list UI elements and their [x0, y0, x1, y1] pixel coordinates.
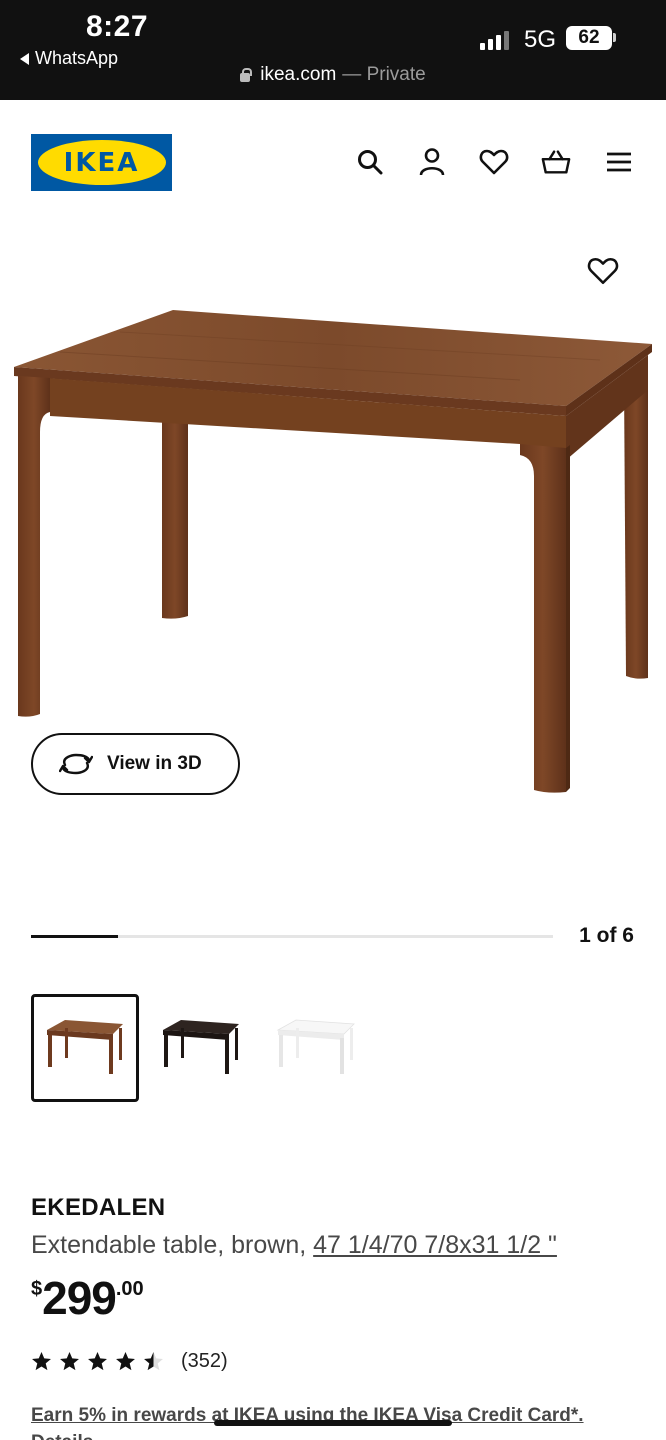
price-main: 299 — [42, 1272, 117, 1324]
status-bar: 8:27 WhatsApp 5G 62 ikea.com — Private — [0, 0, 666, 100]
rewards-details-link[interactable]: Details — [31, 1432, 93, 1440]
home-indicator — [214, 1420, 452, 1426]
rating-stars — [31, 1351, 164, 1372]
status-time: 8:27 — [86, 10, 149, 43]
product-dimensions-link[interactable]: 47 1/4/70 7/8x31 1/2 " — [313, 1231, 557, 1259]
save-to-favourites-icon[interactable] — [587, 256, 619, 288]
lock-icon — [240, 67, 253, 82]
heart-icon[interactable] — [479, 146, 509, 178]
rating-count: (352) — [181, 1350, 228, 1372]
gallery-progress-fill — [31, 935, 119, 938]
url-text: ikea.com — [260, 64, 337, 85]
logo-text: IKEA — [63, 147, 140, 178]
battery-tip — [613, 33, 616, 42]
battery-icon: 62 — [566, 26, 612, 50]
view-in-3d-button[interactable]: View in 3D — [31, 733, 240, 795]
logo-oval: IKEA — [37, 140, 166, 185]
gallery-counter: 1 of 6 — [579, 924, 634, 947]
price-currency: $ — [31, 1278, 43, 1300]
star-icon — [88, 1352, 107, 1371]
rotate-3d-icon — [59, 753, 93, 775]
star-icon — [32, 1352, 51, 1371]
thumbnail-black-brown[interactable] — [147, 994, 255, 1102]
private-label: — Private — [342, 64, 426, 85]
product-description: Extendable table, brown, 47 1/4/70 7/8x3… — [31, 1231, 557, 1260]
ikea-logo[interactable]: IKEA — [31, 134, 172, 191]
thumbnail-brown[interactable] — [31, 994, 139, 1102]
product-type: Extendable table, brown, — [31, 1231, 307, 1259]
product-price: $ 299 .00 — [31, 1272, 144, 1324]
star-icon — [60, 1352, 79, 1371]
basket-icon[interactable] — [541, 146, 571, 178]
address-bar[interactable]: ikea.com — Private — [0, 64, 666, 86]
menu-icon[interactable] — [604, 146, 634, 178]
star-icon — [144, 1352, 163, 1371]
view-in-3d-label: View in 3D — [107, 753, 202, 774]
search-icon[interactable] — [355, 146, 385, 178]
account-icon[interactable] — [417, 146, 447, 178]
gallery-progress-bar — [31, 935, 553, 938]
network-label: 5G — [524, 26, 557, 53]
star-icon — [116, 1352, 135, 1371]
product-name: EKEDALEN — [31, 1194, 166, 1221]
price-decimal: .00 — [115, 1278, 144, 1300]
back-arrow-icon — [20, 52, 29, 65]
product-rating[interactable]: (352) — [31, 1350, 228, 1373]
signal-icon — [480, 30, 509, 50]
thumbnail-white[interactable] — [262, 994, 370, 1102]
